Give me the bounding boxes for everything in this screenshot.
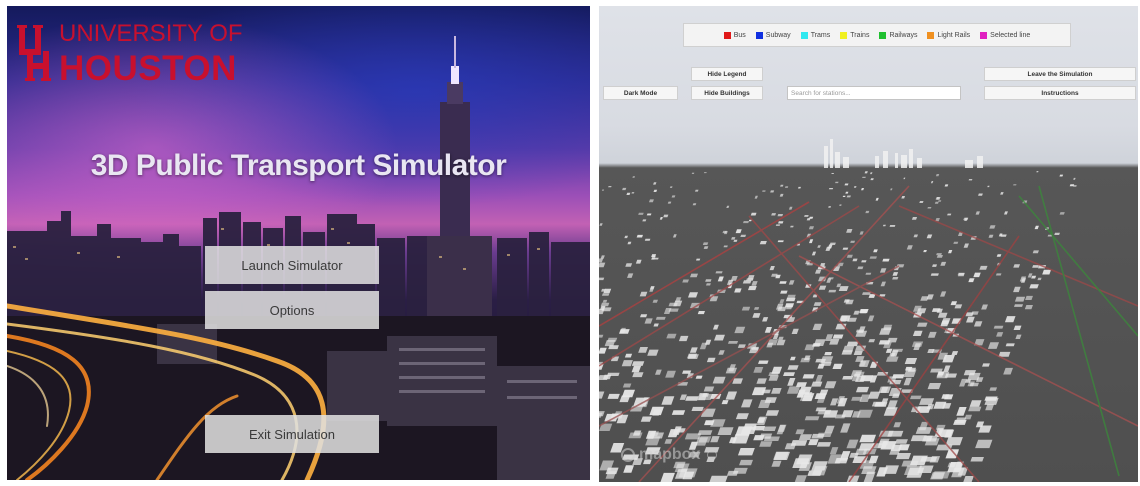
- legend-item-selected-line: Selected line: [980, 31, 1031, 39]
- leave-simulation-button[interactable]: Leave the Simulation: [984, 67, 1136, 81]
- houston-label: HOUSTON: [59, 49, 237, 88]
- transport-legend: Bus Subway Trams Trains Railways Light R…: [683, 23, 1071, 47]
- university-of-label: UNIVERSITY OF: [59, 20, 243, 47]
- instructions-button[interactable]: Instructions: [984, 86, 1136, 100]
- hide-buildings-button[interactable]: Hide Buildings: [691, 86, 763, 100]
- options-button[interactable]: Options: [205, 291, 379, 329]
- launch-simulator-button[interactable]: Launch Simulator: [205, 246, 379, 284]
- subway-color-swatch: [755, 31, 763, 39]
- simulator-screen: Bus Subway Trams Trains Railways Light R…: [599, 6, 1138, 482]
- trains-color-swatch: [840, 31, 848, 39]
- mapbox-attribution[interactable]: mapbox: [621, 446, 718, 464]
- railways-color-swatch: [879, 31, 887, 39]
- main-menu-screen: UNIVERSITY OF HOUSTON 3D Public Transpor…: [7, 6, 590, 480]
- page-title: 3D Public Transport Simulator: [90, 149, 507, 182]
- selected-line-color-swatch: [980, 31, 988, 39]
- station-search-input[interactable]: [787, 86, 961, 100]
- light-rails-color-swatch: [927, 31, 935, 39]
- legend-item-subway: Subway: [755, 31, 791, 39]
- legend-label: Trains: [850, 31, 870, 39]
- uh-logo-icon: [17, 25, 51, 81]
- trams-color-swatch: [800, 31, 808, 39]
- legend-item-railways: Railways: [879, 31, 918, 39]
- legend-item-trains: Trains: [840, 31, 870, 39]
- legend-item-bus: Bus: [723, 31, 746, 39]
- legend-label: Bus: [733, 31, 746, 39]
- legend-label: Subway: [765, 31, 791, 39]
- legend-item-light-rails: Light Rails: [927, 31, 971, 39]
- dark-mode-button[interactable]: Dark Mode: [603, 86, 678, 100]
- bus-color-swatch: [723, 31, 731, 39]
- info-icon[interactable]: [707, 450, 718, 460]
- legend-label: Light Rails: [937, 31, 971, 39]
- legend-label: Selected line: [990, 31, 1031, 39]
- mapbox-icon: [621, 448, 635, 462]
- mapbox-label: mapbox: [639, 446, 701, 463]
- legend-label: Trams: [810, 31, 831, 39]
- exit-simulation-button[interactable]: Exit Simulation: [205, 415, 379, 453]
- legend-label: Railways: [889, 31, 918, 39]
- legend-item-trams: Trams: [800, 31, 831, 39]
- hide-legend-button[interactable]: Hide Legend: [691, 67, 763, 81]
